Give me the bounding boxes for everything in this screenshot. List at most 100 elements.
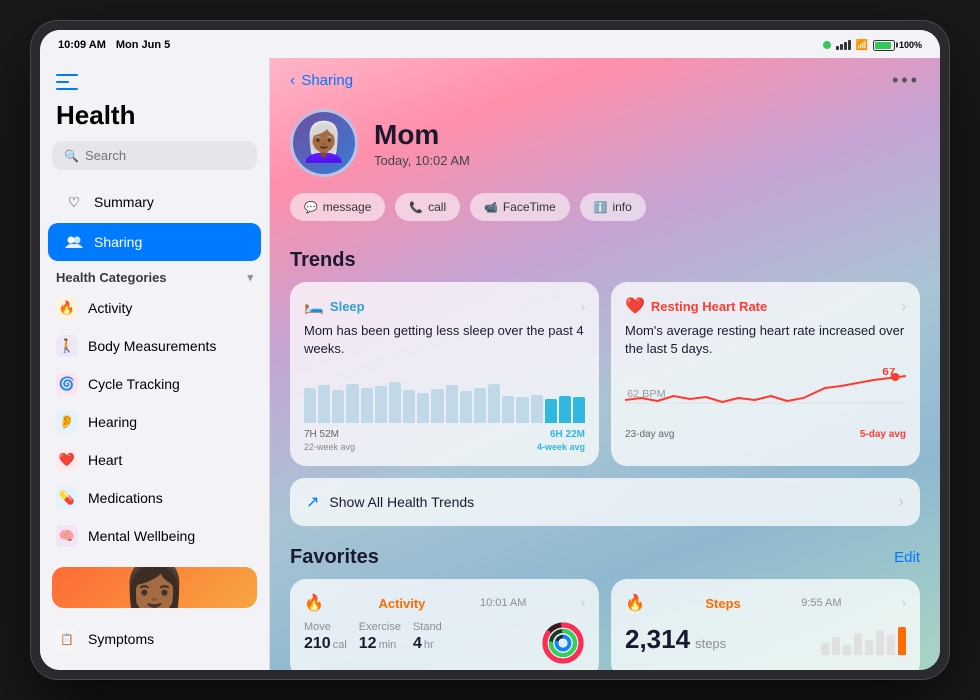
sidebar-item-summary[interactable]: ♡ Summary [48, 183, 261, 221]
exercise-value: 12 [359, 635, 377, 653]
info-button[interactable]: ℹ️ info [580, 193, 646, 221]
status-date: Mon Jun 5 [116, 39, 170, 51]
move-label: Move [304, 621, 347, 633]
search-input[interactable] [85, 148, 261, 163]
battery-percent: 100% [899, 40, 922, 50]
call-label: call [428, 200, 446, 214]
heart-trend-label: Resting Heart Rate [651, 299, 767, 314]
sharing-nav: ‹ Sharing ••• [270, 58, 940, 99]
activity-fav-card[interactable]: 🔥 Activity 10:01 AM › Move 210 cal [290, 579, 599, 670]
steps-fav-card[interactable]: 🔥 Steps 9:55 AM › 2,314 steps [611, 579, 920, 670]
sleep-left-label: 22-week avg [304, 442, 355, 452]
sleep-chart [304, 368, 585, 423]
call-button[interactable]: 📞 call [395, 193, 460, 221]
stand-value: 4 [413, 635, 422, 653]
sidebar-item-cycle[interactable]: 🌀 Cycle Tracking [40, 365, 269, 403]
favorites-header: Favorites Edit [270, 538, 940, 579]
heart-label: Heart [88, 452, 122, 468]
heart-left-label: 23-day avg [625, 429, 674, 440]
steps-unit: steps [695, 636, 726, 651]
chevron-icon: ▾ [247, 271, 253, 284]
back-label[interactable]: Sharing [301, 72, 353, 89]
move-unit: cal [333, 639, 347, 651]
sleep-trend-label: Sleep [330, 299, 365, 314]
body-label: Body Measurements [88, 338, 216, 354]
sidebar-item-mental[interactable]: 🧠 Mental Wellbeing [40, 517, 269, 555]
back-arrow-icon: ‹ [290, 72, 295, 90]
search-bar[interactable]: 🔍 🎙️ [52, 141, 257, 170]
sidebar-label-summary: Summary [94, 194, 154, 210]
show-all-chevron-icon: › [899, 493, 904, 511]
sidebar-item-activity[interactable]: 🔥 Activity [40, 289, 269, 327]
ipad-screen: 10:09 AM Mon Jun 5 📶 100% [40, 30, 940, 670]
svg-text:67: 67 [882, 368, 895, 378]
status-time: 10:09 AM [58, 39, 106, 51]
facetime-button[interactable]: 📹 FaceTime [470, 193, 570, 221]
activity-fav-icon: 🔥 [304, 593, 324, 613]
stand-unit: hr [424, 639, 434, 651]
show-all-trends-button[interactable]: ↗ Show All Health Trends › [290, 478, 920, 526]
heart-chevron-icon: › [901, 298, 906, 314]
cycle-label: Cycle Tracking [88, 376, 180, 392]
sleep-bed-icon: 🛏️ [304, 296, 324, 316]
heart-trend-icon: ❤️ [625, 296, 645, 316]
sidebar-label-sharing: Sharing [94, 234, 142, 250]
favorites-title: Favorites [290, 546, 379, 569]
call-icon: 📞 [409, 201, 423, 214]
wifi-icon: 📶 [856, 40, 868, 51]
main-area: Health 🔍 🎙️ ♡ Summary [40, 58, 940, 670]
content-area: ‹ Sharing ••• 👩🏾‍🦳 Mom Today, 10:02 AM [270, 58, 940, 670]
svg-text:62 BPM: 62 BPM [627, 390, 665, 401]
sidebar-item-medications[interactable]: 💊 Medications [40, 479, 269, 517]
heart-card-header: ❤️ Resting Heart Rate › [625, 296, 906, 316]
steps-fav-title: Steps [705, 596, 740, 611]
sleep-time-labels: 22-week avg 4-week avg [304, 442, 585, 452]
heart-description: Mom's average resting heart rate increas… [625, 322, 906, 358]
activity-card-header: 🔥 Activity 10:01 AM › [304, 593, 585, 613]
sidebar-item-hearing[interactable]: 👂 Hearing [40, 403, 269, 441]
sharing-icon [64, 232, 84, 252]
sidebar-item-sharing[interactable]: Sharing [48, 223, 261, 261]
sleep-highlight-label: 6H 22M [550, 429, 585, 440]
battery-icon: 100% [873, 40, 922, 51]
edit-button[interactable]: Edit [894, 549, 920, 566]
steps-mini-chart [821, 625, 906, 655]
steps-fav-icon: 🔥 [625, 593, 645, 613]
profile-emoji: 👩🏾‍🦳 [300, 121, 347, 165]
heart-chart: 67 62 BPM [625, 368, 906, 423]
sleep-annotations: 7H 52M 6H 22M [304, 429, 585, 440]
action-buttons: 💬 message 📞 call 📹 FaceTime ℹ️ info [270, 193, 940, 237]
facetime-label: FaceTime [503, 200, 556, 214]
info-icon: ℹ️ [594, 201, 608, 214]
favorites-grid: 🔥 Activity 10:01 AM › Move 210 cal [270, 579, 940, 670]
sidebar-item-body[interactable]: 🚶 Body Measurements [40, 327, 269, 365]
signal-icon [836, 40, 851, 50]
message-button[interactable]: 💬 message [290, 193, 385, 221]
steps-fav-chevron: › [902, 596, 906, 610]
sidebar-item-symptoms[interactable]: 📋 Symptoms [40, 620, 269, 658]
message-icon: 💬 [304, 201, 318, 214]
contact-photo: 👩🏾 [52, 567, 257, 608]
heart-annotations: 23-day avg 5-day avg [625, 429, 906, 440]
exercise-unit: min [379, 639, 397, 651]
steps-fav-time: 9:55 AM [801, 597, 841, 609]
symptoms-icon: 📋 [56, 628, 78, 650]
activity-fav-time: 10:01 AM [480, 597, 526, 609]
stand-label: Stand [413, 621, 442, 633]
profile-name: Mom [374, 119, 470, 151]
info-label: info [612, 200, 631, 214]
sleep-avg-label: 7H 52M [304, 429, 339, 440]
mental-label: Mental Wellbeing [88, 528, 195, 544]
profile-avatar: 👩🏾‍🦳 [290, 109, 358, 177]
more-options-icon[interactable]: ••• [892, 70, 920, 91]
ipad-frame: 10:09 AM Mon Jun 5 📶 100% [30, 20, 950, 680]
cycle-icon: 🌀 [56, 373, 78, 395]
sleep-trend-card[interactable]: 🛏️ Sleep › Mom has been getting less sle… [290, 282, 599, 466]
sidebar-item-heart[interactable]: ❤️ Heart [40, 441, 269, 479]
sleep-description: Mom has been getting less sleep over the… [304, 322, 585, 358]
sidebar-toggle-button[interactable] [56, 74, 78, 90]
mental-icon: 🧠 [56, 525, 78, 547]
heart-trend-card[interactable]: ❤️ Resting Heart Rate › Mom's average re… [611, 282, 920, 466]
exercise-label: Exercise [359, 621, 401, 633]
activity-ring [541, 621, 585, 665]
